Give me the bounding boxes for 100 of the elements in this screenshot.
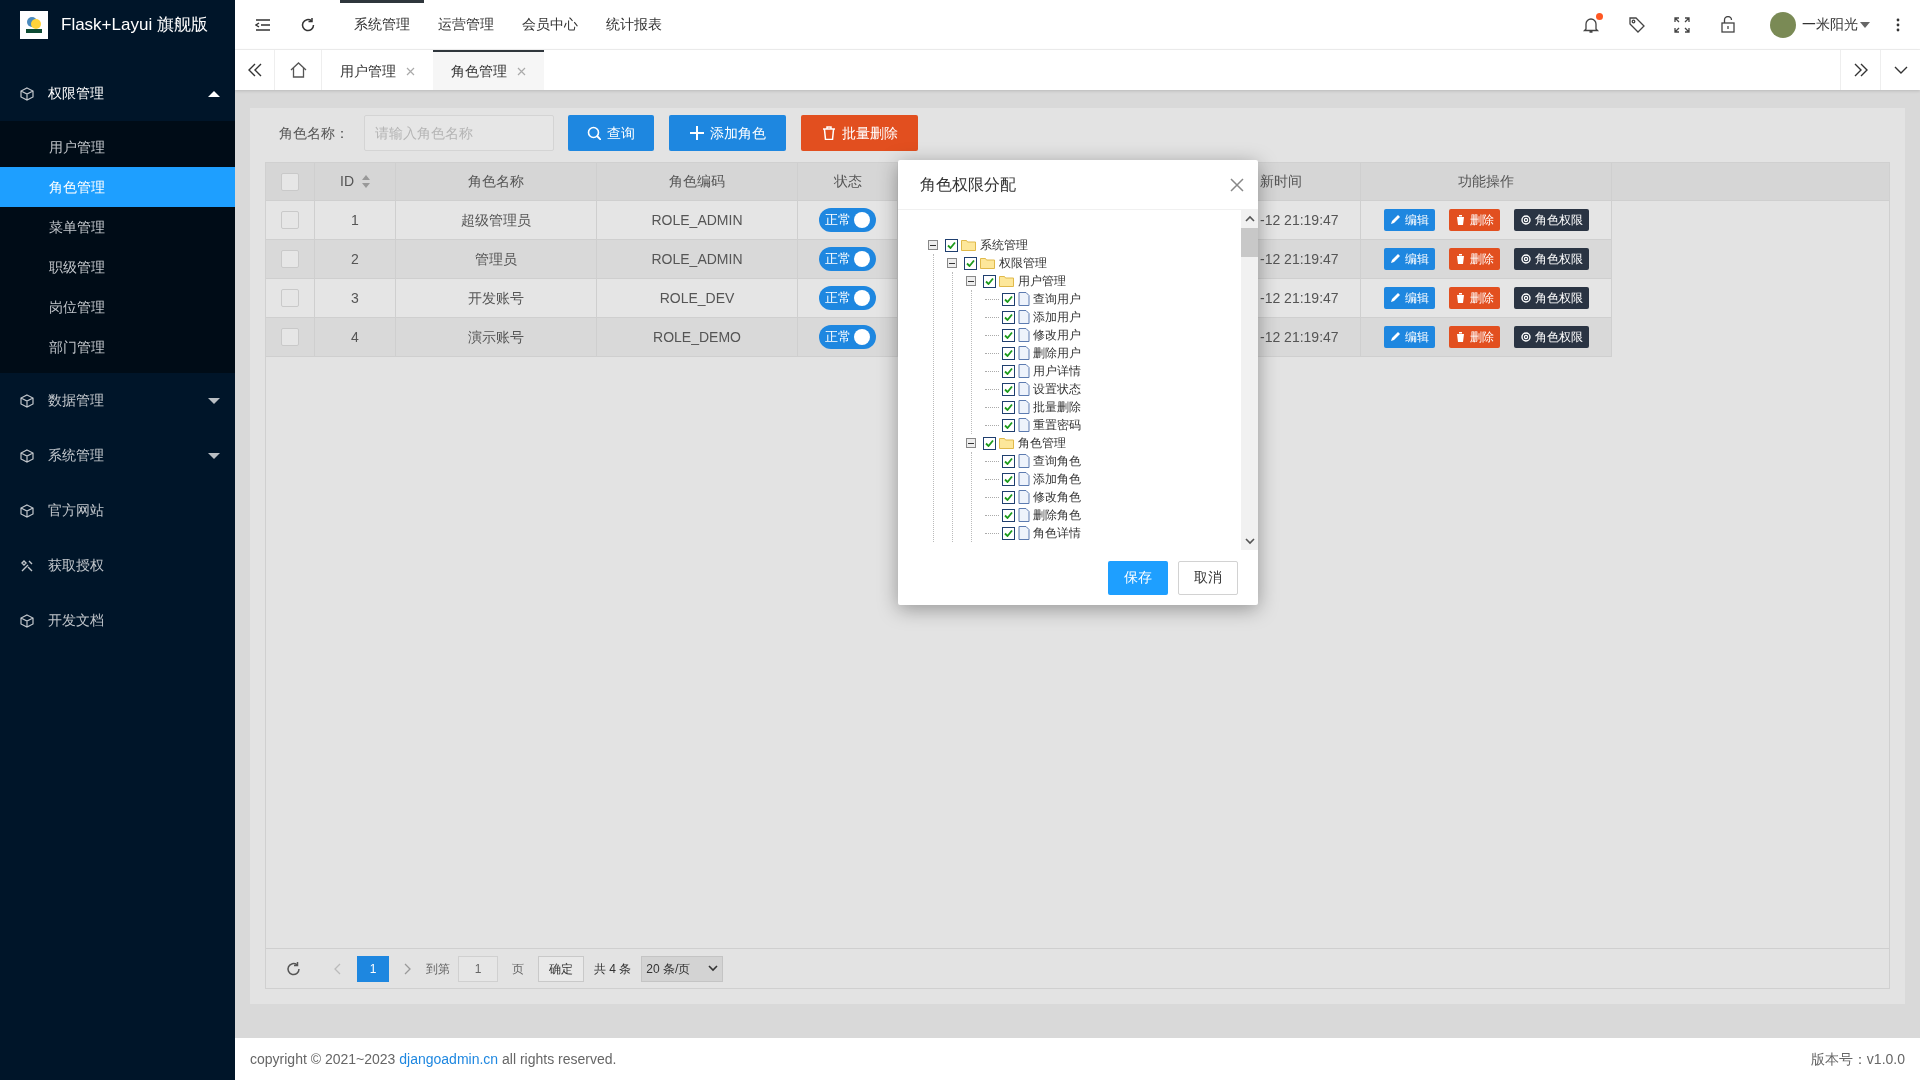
- collapse-toggle[interactable]: [966, 276, 976, 286]
- tree-checkbox[interactable]: [1002, 346, 1015, 360]
- column-header[interactable]: 状态: [833, 171, 862, 192]
- tree-checkbox[interactable]: [1002, 364, 1015, 378]
- collapse-toggle[interactable]: [966, 438, 976, 448]
- nav-tab[interactable]: 统计报表: [592, 0, 676, 49]
- tree-node-label[interactable]: 批量删除: [1033, 400, 1081, 414]
- tree-checkbox[interactable]: [1002, 508, 1015, 522]
- permission-button[interactable]: 角色权限: [1513, 248, 1589, 270]
- page-input[interactable]: 1: [458, 955, 498, 982]
- more-icon[interactable]: [1896, 17, 1900, 32]
- tree-checkbox[interactable]: [1002, 454, 1015, 468]
- tree-checkbox[interactable]: [964, 256, 977, 270]
- scroll-thumb[interactable]: [1241, 228, 1258, 257]
- menu-fold-icon[interactable]: [255, 16, 271, 33]
- tree-checkbox[interactable]: [1002, 490, 1015, 504]
- page-button[interactable]: 1: [357, 955, 389, 982]
- confirm-button[interactable]: 确定: [538, 955, 584, 982]
- status-switch[interactable]: 正常: [819, 286, 876, 310]
- tree-checkbox[interactable]: [1002, 310, 1015, 324]
- tree-checkbox[interactable]: [983, 436, 996, 450]
- tree-node-label[interactable]: 权限管理: [999, 256, 1047, 270]
- tree-node-label[interactable]: 用户详情: [1033, 364, 1081, 378]
- permission-button[interactable]: 角色权限: [1513, 209, 1589, 231]
- edit-button[interactable]: 编辑: [1383, 248, 1435, 270]
- page-size-select[interactable]: 20 条/页: [641, 955, 724, 982]
- nav-tab[interactable]: 运营管理: [424, 0, 508, 49]
- tree-node-label[interactable]: 角色详情: [1033, 526, 1081, 540]
- page-tab[interactable]: 角色管理: [433, 50, 544, 90]
- column-header[interactable]: 新时间: [1260, 171, 1302, 192]
- tree-node-label[interactable]: 添加用户: [1033, 310, 1081, 324]
- tree-node-label[interactable]: 系统管理: [980, 238, 1028, 252]
- row-checkbox[interactable]: [281, 172, 299, 191]
- fullscreen-icon[interactable]: [1674, 16, 1690, 33]
- tree-checkbox[interactable]: [1002, 328, 1015, 342]
- nav-tab[interactable]: 会员中心: [508, 0, 592, 49]
- scroll-down-icon[interactable]: [1244, 537, 1255, 545]
- tree-node-label[interactable]: 修改角色: [1033, 490, 1081, 504]
- cancel-button[interactable]: 取消: [1178, 560, 1238, 595]
- tree-checkbox[interactable]: [1002, 418, 1015, 432]
- tree-node-label[interactable]: 重置密码: [1033, 418, 1081, 432]
- scrollbar[interactable]: [1241, 210, 1258, 550]
- permission-button[interactable]: 角色权限: [1513, 287, 1589, 309]
- tree-node-label[interactable]: 角色管理: [1018, 436, 1066, 450]
- sidebar-item[interactable]: 数据管理: [0, 373, 235, 428]
- tree-checkbox[interactable]: [1002, 400, 1015, 414]
- delete-button[interactable]: 删除: [1448, 287, 1500, 309]
- delete-button[interactable]: 删除: [1448, 248, 1500, 270]
- column-header[interactable]: 功能操作: [1458, 171, 1514, 192]
- tree-node-label[interactable]: 查询用户: [1033, 292, 1081, 306]
- notification-icon[interactable]: [1582, 15, 1600, 34]
- scroll-up-icon[interactable]: [1244, 215, 1255, 223]
- tree-node-label[interactable]: 用户管理: [1018, 274, 1066, 288]
- lock-icon[interactable]: [1720, 16, 1736, 33]
- sidebar-subitem[interactable]: 部门管理: [0, 327, 235, 367]
- tree-node-label[interactable]: 删除用户: [1033, 346, 1081, 360]
- collapse-toggle[interactable]: [947, 258, 957, 268]
- sidebar-item[interactable]: 开发文档: [0, 593, 235, 648]
- column-header[interactable]: 角色编码: [669, 171, 725, 192]
- permission-button[interactable]: 角色权限: [1513, 326, 1589, 348]
- tree-node-label[interactable]: 添加角色: [1033, 472, 1081, 486]
- sidebar-subitem[interactable]: 岗位管理: [0, 287, 235, 327]
- sidebar-subitem[interactable]: 职级管理: [0, 247, 235, 287]
- collapse-toggle[interactable]: [928, 240, 938, 250]
- tree-node-label[interactable]: 查询角色: [1033, 454, 1081, 468]
- tag-icon[interactable]: [1628, 15, 1646, 34]
- close-icon[interactable]: [1230, 177, 1244, 192]
- add-button[interactable]: 添加角色: [669, 115, 786, 151]
- edit-button[interactable]: 编辑: [1383, 209, 1435, 231]
- tree-checkbox[interactable]: [1002, 526, 1015, 540]
- refresh-icon[interactable]: [286, 960, 302, 977]
- row-checkbox[interactable]: [281, 250, 299, 268]
- sidebar-subitem[interactable]: 用户管理: [0, 127, 235, 167]
- sidebar-subitem[interactable]: 菜单管理: [0, 207, 235, 247]
- user-menu[interactable]: 一米阳光: [1802, 14, 1870, 35]
- edit-button[interactable]: 编辑: [1383, 326, 1435, 348]
- tree-node-label[interactable]: 删除角色: [1033, 508, 1081, 522]
- column-header[interactable]: 角色名称: [468, 171, 524, 192]
- delete-button[interactable]: 删除: [1448, 326, 1500, 348]
- sidebar-item[interactable]: 系统管理: [0, 428, 235, 483]
- sidebar-item[interactable]: 官方网站: [0, 483, 235, 538]
- tree-node-label[interactable]: 修改用户: [1033, 328, 1081, 342]
- status-switch[interactable]: 正常: [819, 247, 876, 271]
- delete-button[interactable]: 删除: [1448, 209, 1500, 231]
- sidebar-item[interactable]: 权限管理: [0, 66, 235, 121]
- sidebar-item[interactable]: 获取授权: [0, 538, 235, 593]
- row-checkbox[interactable]: [281, 289, 299, 307]
- tree-node-label[interactable]: 设置状态: [1033, 382, 1081, 396]
- user-avatar[interactable]: [1770, 11, 1796, 38]
- edit-button[interactable]: 编辑: [1383, 287, 1435, 309]
- row-checkbox[interactable]: [281, 211, 299, 229]
- website-link[interactable]: djangoadmin.cn: [399, 1050, 499, 1067]
- row-checkbox[interactable]: [281, 328, 299, 346]
- page-tab[interactable]: 用户管理: [322, 50, 433, 90]
- tree-checkbox[interactable]: [1002, 382, 1015, 396]
- column-header[interactable]: ID: [340, 171, 370, 192]
- tree-checkbox[interactable]: [983, 274, 996, 288]
- delete-button[interactable]: 批量删除: [801, 115, 918, 151]
- query-button[interactable]: 查询: [568, 115, 654, 151]
- tree-checkbox[interactable]: [945, 238, 958, 252]
